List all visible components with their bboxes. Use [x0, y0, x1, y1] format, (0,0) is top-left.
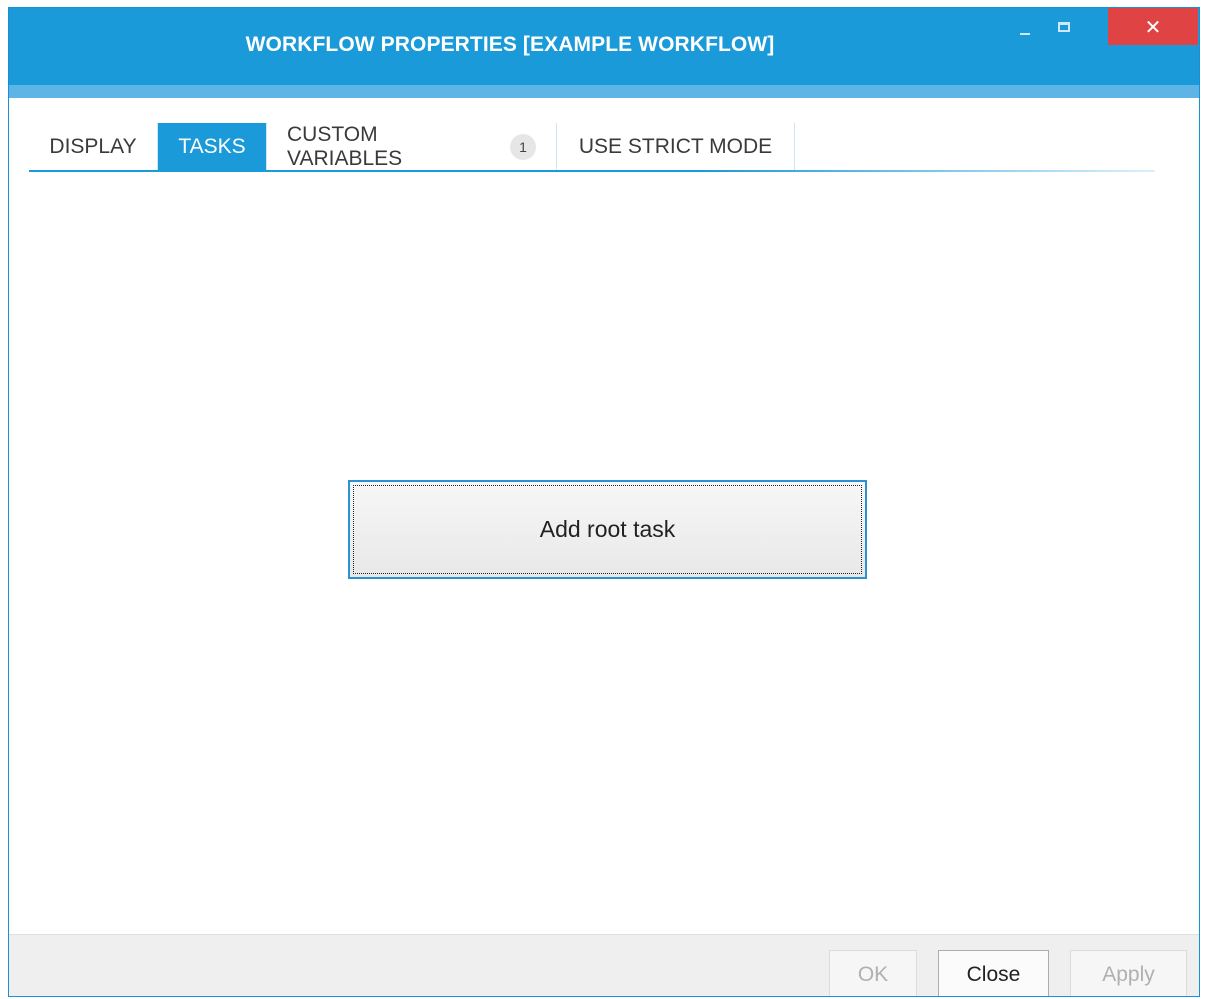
tab-bar: DISPLAY TASKS CUSTOM VARIABLES 1 USE STR… — [29, 123, 795, 171]
close-window-button[interactable]: ✕ — [1108, 8, 1198, 45]
tab-label: DISPLAY — [49, 135, 137, 158]
tab-label: USE STRICT MODE — [578, 135, 773, 158]
apply-label: Apply — [1102, 963, 1155, 986]
workflow-properties-window: WORKFLOW PROPERTIES [EXAMPLE WORKFLOW] ✕… — [8, 7, 1200, 997]
ok-button[interactable]: OK — [829, 950, 917, 996]
dialog-footer: OK Close Apply — [9, 934, 1199, 996]
tab-tasks[interactable]: TASKS — [158, 123, 267, 171]
tab-custom-variables[interactable]: CUSTOM VARIABLES 1 — [267, 123, 557, 171]
maximize-icon — [1058, 22, 1070, 32]
add-root-task-label: Add root task — [539, 516, 676, 542]
tasks-panel: Add root task — [9, 172, 1199, 934]
tab-label: CUSTOM VARIABLES — [287, 123, 403, 170]
minimize-icon — [1020, 33, 1030, 35]
accent-strip — [9, 85, 1199, 98]
minimize-button[interactable] — [1009, 8, 1041, 46]
tab-label: TASKS — [178, 135, 246, 158]
title-bar[interactable]: WORKFLOW PROPERTIES [EXAMPLE WORKFLOW] ✕ — [9, 8, 1199, 85]
tab-use-strict-mode[interactable]: USE STRICT MODE — [557, 123, 795, 171]
maximize-button[interactable] — [1047, 8, 1081, 46]
ok-label: OK — [857, 963, 889, 986]
count-badge: 1 — [510, 134, 536, 160]
apply-button[interactable]: Apply — [1070, 950, 1187, 996]
close-icon: ✕ — [1144, 14, 1162, 39]
add-root-task-button[interactable]: Add root task — [348, 480, 867, 579]
close-label: Close — [966, 963, 1021, 986]
close-button[interactable]: Close — [938, 950, 1049, 996]
tab-display[interactable]: DISPLAY — [29, 123, 158, 171]
